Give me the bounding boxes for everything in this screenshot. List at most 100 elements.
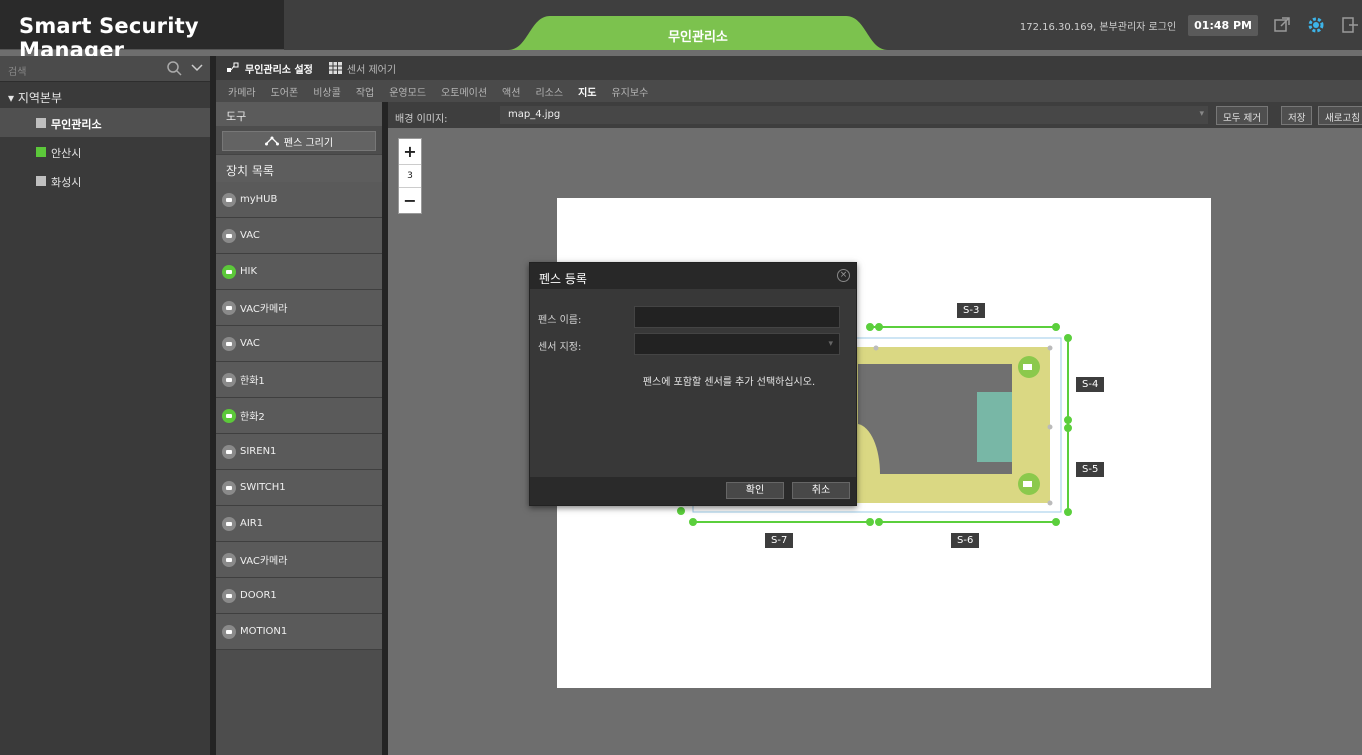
menu-doorphone[interactable]: 도어폰	[271, 84, 299, 99]
tree-item-unmanned-office[interactable]: 무인관리소	[0, 108, 210, 137]
fence-name-label: 펜스 이름:	[538, 315, 582, 326]
fence-label-s6[interactable]: S-6	[951, 533, 980, 548]
save-button[interactable]: 저장	[1281, 106, 1313, 125]
header-right: 172.16.30.169, 본부관리자 로그인 01:48 PM	[1020, 0, 1362, 50]
device-status-icon	[222, 480, 236, 495]
tab-sensor-controller[interactable]: 센서 제어기	[328, 61, 397, 76]
device-name: SIREN1	[240, 446, 277, 457]
device-item[interactable]: SIREN1	[216, 434, 382, 470]
device-status-icon	[222, 192, 236, 207]
background-image-bar: 배경 이미지: map_4.jpg ▾ 모두 제거 저장 새로고침	[388, 102, 1362, 128]
menu-emergency-call[interactable]: 비상콜	[313, 84, 341, 99]
draw-fence-button[interactable]: 펜스 그리기	[222, 131, 376, 151]
dialog-hint: 펜스에 포함할 센서를 추가 선택하십시오.	[642, 377, 816, 388]
device-item[interactable]: VAC카메라	[216, 290, 382, 326]
tree-root-region[interactable]: ▾ 지역본부	[0, 82, 210, 108]
settings-gear-icon[interactable]	[1304, 13, 1328, 37]
site-tab[interactable]: 무인관리소	[508, 16, 888, 50]
network-icon	[227, 62, 239, 72]
fence-name-input[interactable]	[634, 306, 840, 328]
sensor-assign-label: 센서 지정:	[538, 342, 582, 353]
device-name: MOTION1	[240, 626, 288, 637]
search-bar[interactable]: 검색	[0, 56, 210, 82]
device-item[interactable]: VAC카메라	[216, 542, 382, 578]
device-name: myHUB	[240, 194, 278, 205]
zoom-in-button[interactable]: +	[399, 139, 421, 164]
building-icon	[36, 176, 46, 186]
fence-label-s7[interactable]: S-7	[765, 533, 794, 548]
device-status-icon	[222, 336, 236, 351]
panel-divider[interactable]	[382, 102, 388, 755]
logout-icon[interactable]	[1338, 13, 1362, 37]
device-item[interactable]: SWITCH1	[216, 470, 382, 506]
clock: 01:48 PM	[1188, 14, 1258, 36]
menu-bar: 카메라 도어폰 비상콜 작업 운영모드 오토메이션 액션 리소스 지도 유지보수	[216, 80, 1362, 102]
remove-all-button[interactable]: 모두 제거	[1216, 106, 1268, 125]
device-item[interactable]: 한화2	[216, 398, 382, 434]
refresh-button[interactable]: 새로고침	[1318, 106, 1362, 125]
device-status-icon	[222, 228, 236, 243]
menu-operation-mode[interactable]: 운영모드	[389, 84, 426, 99]
device-name: SWITCH1	[240, 482, 286, 493]
fence-label-s5[interactable]: S-5	[1076, 462, 1105, 477]
tab-label: 무인관리소 설정	[245, 64, 313, 76]
cancel-button[interactable]: 취소	[792, 482, 850, 499]
close-icon[interactable]: ×	[837, 269, 850, 282]
building-icon	[36, 147, 46, 157]
building-icon	[36, 118, 46, 128]
device-status-icon	[222, 300, 236, 315]
device-status-icon	[222, 408, 236, 423]
zoom-out-button[interactable]: −	[399, 188, 421, 213]
zoom-level: 3	[399, 164, 421, 188]
login-info: 172.16.30.169, 본부관리자 로그인	[1019, 21, 1177, 33]
menu-camera[interactable]: 카메라	[228, 84, 256, 99]
menu-map[interactable]: 지도	[578, 84, 596, 99]
fence-label-s4[interactable]: S-4	[1076, 377, 1105, 392]
device-name: VAC카메라	[240, 556, 288, 567]
device-item[interactable]: VAC	[216, 218, 382, 254]
device-item[interactable]: 한화1	[216, 362, 382, 398]
fence-name-row: 펜스 이름:	[538, 306, 852, 330]
device-item[interactable]: AIR1	[216, 506, 382, 542]
top-header: Smart Security Manager 무인관리소 172.16.30.1…	[0, 0, 1362, 62]
sensor-assign-row: 센서 지정: ▾	[538, 333, 852, 357]
tree-item-ansan[interactable]: 안산시	[0, 137, 210, 166]
device-item[interactable]: MOTION1	[216, 614, 382, 650]
device-item[interactable]: HIK	[216, 254, 382, 290]
device-item[interactable]: DOOR1	[216, 578, 382, 614]
device-item[interactable]: VAC	[216, 326, 382, 362]
device-status-icon	[222, 444, 236, 459]
sensor-assign-select[interactable]: ▾	[634, 333, 840, 355]
fence-label-s3[interactable]: S-3	[957, 303, 986, 318]
tab-office-settings[interactable]: 무인관리소 설정	[226, 61, 313, 76]
background-image-select[interactable]: map_4.jpg ▾	[500, 106, 1208, 124]
zoom-control: + 3 −	[398, 138, 422, 214]
menu-action[interactable]: 액션	[502, 84, 520, 99]
chevron-down-icon[interactable]	[190, 60, 204, 76]
device-name: 한화2	[240, 412, 265, 423]
search-icon[interactable]	[166, 60, 182, 76]
sub-navigation: 무인관리소 설정 센서 제어기	[216, 56, 1362, 80]
chevron-down-icon: ▾	[1199, 109, 1204, 119]
tree-item-label: 화성시	[51, 176, 82, 189]
popout-icon[interactable]	[1270, 13, 1294, 37]
device-item[interactable]: myHUB	[216, 182, 382, 218]
tree-item-hwaseong[interactable]: 화성시	[0, 166, 210, 195]
tab-label: 센서 제어기	[346, 64, 397, 76]
dialog-footer: 확인 취소	[530, 477, 856, 505]
tools-panel: 도구 펜스 그리기 장치 목록 myHUB VAC HIK VAC카메라 VAC…	[216, 102, 382, 755]
device-name: 한화1	[240, 376, 265, 387]
fence-draw-icon	[264, 136, 279, 146]
menu-maintenance[interactable]: 유지보수	[611, 84, 648, 99]
site-tab-label: 무인관리소	[668, 30, 728, 45]
device-status-icon	[222, 264, 236, 279]
menu-resource[interactable]: 리소스	[535, 84, 563, 99]
menu-task[interactable]: 작업	[356, 84, 374, 99]
menu-automation[interactable]: 오토메이션	[441, 84, 487, 99]
device-status-icon	[222, 516, 236, 531]
tree-item-label: 안산시	[51, 147, 82, 160]
confirm-button[interactable]: 확인	[726, 482, 784, 499]
draw-fence-label: 펜스 그리기	[283, 137, 334, 149]
device-list-header: 장치 목록	[216, 154, 382, 182]
tree-item-label: 무인관리소	[51, 118, 102, 131]
